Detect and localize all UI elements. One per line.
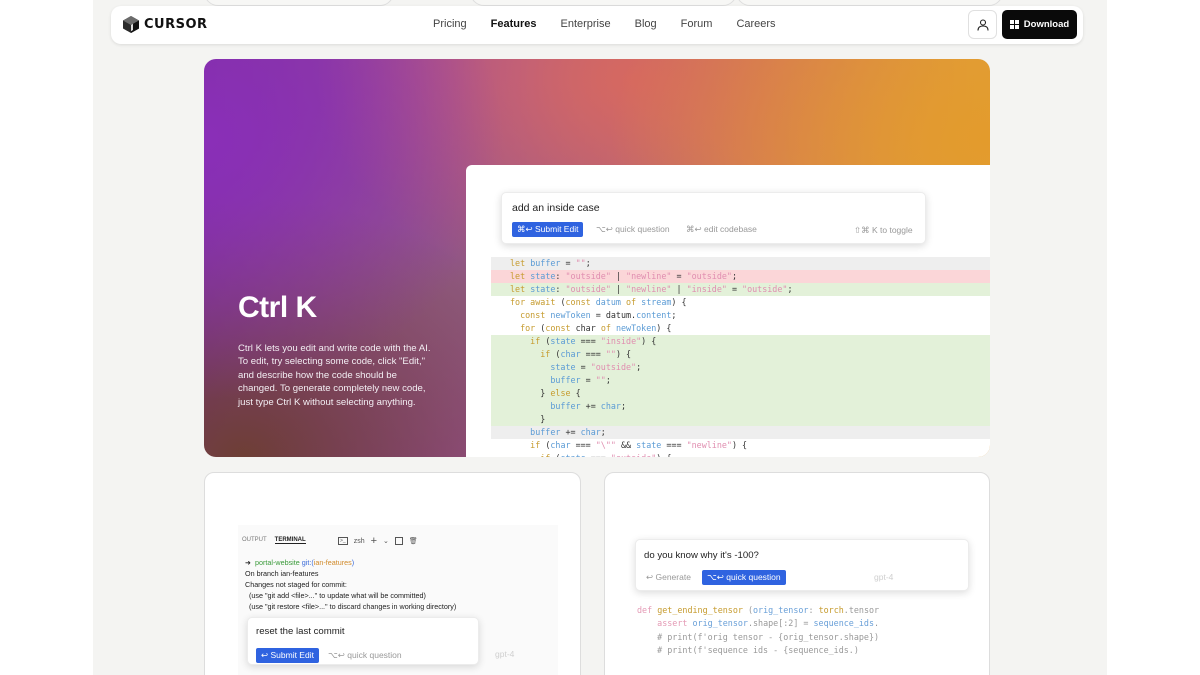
code-line-added: state = "outside"; (491, 361, 990, 374)
code-line: if (state === "outside") { (491, 452, 990, 457)
git-label-close: ) (351, 558, 355, 567)
windows-icon (1009, 20, 1019, 29)
split-icon[interactable] (394, 537, 403, 545)
cursor-logo[interactable]: CURSOR (123, 16, 208, 33)
nav-link-forum[interactable]: Forum (681, 18, 713, 30)
terminal-line: (use "git add <file>..." to update what … (249, 591, 426, 600)
model-selector-faded: gpt-4 (495, 649, 515, 659)
edit-codebase-hint[interactable]: ⌘↩ edit codebase (686, 224, 757, 235)
chevron-down-icon[interactable]: ⌄ (383, 537, 389, 545)
ctrl-k-feature-card: Ctrl K Ctrl K lets you edit and write co… (204, 59, 990, 457)
top-navigation: CURSOR Pricing Features Enterprise Blog … (111, 6, 1083, 44)
nav-link-blog[interactable]: Blog (635, 18, 657, 30)
model-selector-faded: gpt-4 (874, 572, 894, 582)
terminal-shell-icon: >_ (338, 537, 348, 545)
quick-question-hint[interactable]: ⌥↩ quick question (328, 650, 402, 661)
submit-edit-button[interactable]: ⌘↩ Submit Edit (512, 222, 584, 237)
nav-link-careers[interactable]: Careers (736, 18, 775, 30)
chat-prompt-box[interactable]: do you know why it's -100? ↩ Generate ⌥↩… (635, 539, 969, 591)
nav-link-pricing[interactable]: Pricing (433, 18, 467, 30)
ctrl-k-prompt-box[interactable]: add an inside case ⌘↩ Submit Edit ⌥↩ qui… (501, 192, 926, 244)
download-label: Download (1023, 19, 1070, 30)
shell-name[interactable]: zsh (354, 538, 365, 545)
code-line: let buffer = ""; (491, 257, 990, 270)
git-branch: ian-features (313, 558, 352, 567)
generate-hint[interactable]: ↩ Generate (646, 572, 691, 583)
code-diff: let buffer = ""; let state: "outside" | … (491, 257, 990, 457)
download-button[interactable]: Download (1002, 10, 1077, 39)
nav-link-enterprise[interactable]: Enterprise (560, 18, 610, 30)
code-line: for (const char of newToken) { (520, 323, 672, 333)
logo-text: CURSOR (144, 17, 208, 32)
tab-output[interactable]: OUTPUT (242, 537, 267, 544)
terminal-ctrl-k-box[interactable]: reset the last commit ↩ Submit Edit ⌥↩ q… (247, 617, 479, 665)
code-line-added: if (char === "") { (491, 348, 990, 361)
code-line-removed: let state: "outside" | "newline" = "outs… (491, 270, 990, 283)
quick-question-hint[interactable]: ⌥↩ quick question (596, 224, 670, 235)
code-editor-preview: add an inside case ⌘↩ Submit Edit ⌥↩ qui… (466, 165, 990, 457)
code-line: const newToken = datum.content; (520, 310, 677, 320)
python-code: def get_ending_tensor (orig_tensor: torc… (637, 605, 880, 655)
plus-icon[interactable]: + (371, 535, 377, 547)
git-label: git:( (301, 558, 314, 567)
terminal-tabs: OUTPUT TERMINAL (242, 537, 306, 544)
code-line: buffer += char; (491, 426, 990, 439)
feature-title: Ctrl K (238, 291, 317, 324)
terminal-output: ➜ portal-website git:(ian-features) On b… (245, 557, 456, 612)
tab-terminal[interactable]: TERMINAL (274, 537, 306, 544)
code-line: if (char === "\"" && state === "newline"… (530, 440, 748, 450)
cube-logo-icon (123, 16, 139, 33)
nav-links: Pricing Features Enterprise Blog Forum C… (433, 18, 776, 30)
user-icon (976, 18, 989, 31)
account-button[interactable] (968, 10, 997, 39)
trash-icon[interactable]: 🗑 (409, 537, 418, 545)
feature-description: Ctrl K lets you edit and write code with… (238, 343, 431, 408)
code-line-added: } (491, 413, 990, 426)
code-line-added: buffer += char; (491, 400, 990, 413)
code-line: for await (const datum of stream) { (510, 297, 687, 307)
quick-question-button[interactable]: ⌥↩ quick question (702, 570, 786, 585)
toggle-hint: ⇧⌘ K to toggle (854, 225, 913, 235)
prompt-input[interactable]: add an inside case (512, 202, 600, 214)
code-line-added: let state: "outside" | "newline" | "insi… (491, 283, 990, 296)
chat-feature-card: do you know why it's -100? ↩ Generate ⌥↩… (604, 472, 990, 675)
terminal-line: (use "git restore <file>..." to discard … (249, 602, 457, 611)
terminal-toolbar: >_ zsh + ⌄ 🗑 (338, 535, 418, 547)
submit-edit-button[interactable]: ↩ Submit Edit (256, 648, 319, 663)
terminal-feature-card: OUTPUT TERMINAL >_ zsh + ⌄ 🗑 ➜ portal-we… (204, 472, 581, 675)
prompt-dir: portal-website (255, 558, 300, 567)
code-line-added: buffer = ""; (491, 374, 990, 387)
prompt-arrow-icon: ➜ (245, 558, 252, 567)
code-line-added: if (state === "inside") { (491, 335, 990, 348)
nav-link-features[interactable]: Features (491, 18, 537, 30)
terminal-line: On branch ian-features (245, 569, 319, 578)
terminal-line: Changes not staged for commit: (245, 580, 347, 589)
chat-prompt-input[interactable]: do you know why it's -100? (644, 550, 759, 561)
terminal-prompt-input[interactable]: reset the last commit (256, 626, 345, 637)
code-line-added: } else { (491, 387, 990, 400)
